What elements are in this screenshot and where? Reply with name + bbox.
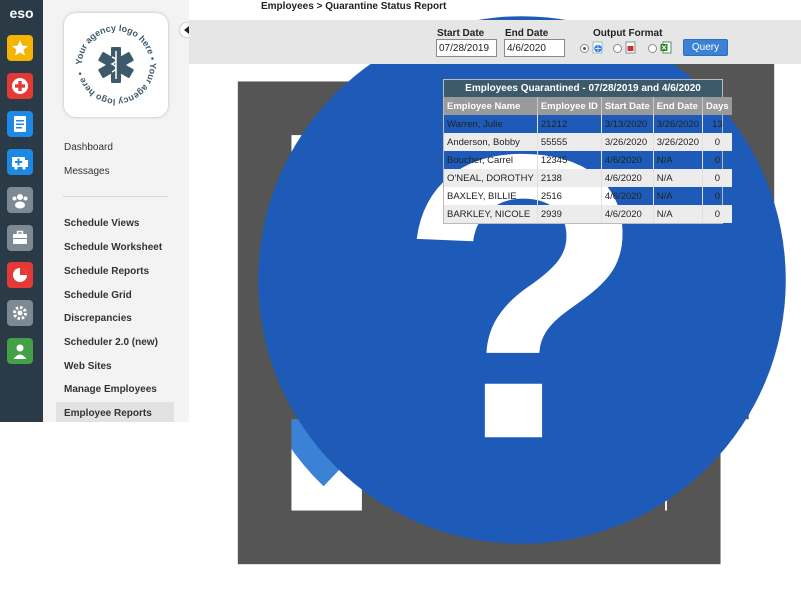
- cell-days: 13: [712, 118, 723, 130]
- nav-schedule-worksheet[interactable]: Schedule Worksheet: [64, 242, 162, 253]
- cell-end-date: N/A: [653, 187, 703, 205]
- nav-divider: [63, 196, 168, 197]
- nav-schedule-views[interactable]: Schedule Views: [64, 218, 139, 229]
- cell-end-date: 3/26/2020: [653, 115, 703, 133]
- col-start-date[interactable]: Start Date: [601, 97, 654, 115]
- nav-messages[interactable]: Messages: [64, 166, 110, 177]
- cell-start-date: 4/6/2020: [601, 151, 654, 169]
- agency-logo: Your agency logo here • Your agency logo…: [64, 13, 168, 117]
- table-row: BARKLEY, NICOLE 2939 4/6/2020 N/A 0: [444, 205, 732, 223]
- quarantine-table: Employee Name Employee ID Start Date End…: [444, 97, 732, 223]
- side-nav: Your agency logo here • Your agency logo…: [43, 0, 189, 422]
- app-rail: eso: [0, 0, 43, 422]
- cell-employee-id: 2516: [537, 187, 602, 205]
- format-pdf-radio[interactable]: [613, 44, 622, 53]
- cell-employee-id: 21212: [537, 115, 602, 133]
- report-table: Employees Quarantined - 07/28/2019 and 4…: [443, 79, 732, 224]
- nav-manage-employees[interactable]: Manage Employees: [64, 384, 157, 395]
- cell-employee-name: BARKLEY, NICOLE: [444, 205, 538, 223]
- cell-employee-id: 2939: [537, 205, 602, 223]
- cell-start-date: 4/6/2020: [601, 169, 654, 187]
- output-format-label: Output Format: [593, 28, 663, 39]
- cell-start-date: 4/6/2020: [601, 187, 654, 205]
- col-employee-name[interactable]: Employee Name: [444, 97, 538, 115]
- cell-days: 0: [702, 169, 732, 187]
- ambulance-icon[interactable]: [7, 149, 33, 175]
- cell-days: 0: [702, 133, 732, 151]
- cell-end-date: 3/26/2020: [653, 133, 703, 151]
- cell-start-date: 3/13/2020: [601, 115, 654, 133]
- cell-days: 0: [702, 205, 732, 223]
- nav-schedule-reports[interactable]: Schedule Reports: [64, 266, 149, 277]
- cell-employee-name: O'NEAL, DOROTHY: [444, 169, 538, 187]
- cell-employee-name: Warren, Julie: [444, 115, 538, 133]
- report-title: Employees Quarantined - 07/28/2019 and 4…: [444, 80, 722, 97]
- col-employee-id[interactable]: Employee ID: [537, 97, 602, 115]
- cell-employee-name: Boucher, Carrel: [444, 151, 538, 169]
- end-date-label: End Date: [505, 28, 549, 39]
- html-format-icon: [592, 41, 603, 54]
- table-row: O'NEAL, DOROTHY 2138 4/6/2020 N/A 0: [444, 169, 732, 187]
- settings-icon[interactable]: [7, 300, 33, 326]
- cell-start-date: 3/26/2020: [601, 133, 654, 151]
- favorites-icon[interactable]: [7, 35, 33, 61]
- cell-end-date: N/A: [653, 205, 703, 223]
- nav-schedule-grid[interactable]: Schedule Grid: [64, 290, 132, 301]
- start-date-label: Start Date: [437, 28, 485, 39]
- cell-employee-id: 12345: [537, 151, 602, 169]
- medical-icon[interactable]: [7, 73, 33, 99]
- cell-end-date: N/A: [653, 169, 703, 187]
- cell-days: 0: [714, 190, 720, 202]
- eso-logo[interactable]: eso: [0, 5, 43, 21]
- pie-chart-icon[interactable]: [7, 262, 33, 288]
- cell-days: 0: [714, 154, 720, 166]
- cell-employee-id: 55555: [537, 133, 602, 151]
- briefcase-icon[interactable]: [7, 225, 33, 251]
- nav-employee-reports[interactable]: Employee Reports: [64, 408, 152, 419]
- table-row: Anderson, Bobby 55555 3/26/2020 3/26/2020 0: [444, 133, 732, 151]
- nav-scheduler-2[interactable]: Scheduler 2.0 (new): [64, 337, 158, 348]
- cell-end-date: N/A: [653, 151, 703, 169]
- excel-format-icon: [660, 41, 672, 54]
- table-row: Boucher, Carrel 12345 4/6/2020 N/A 0: [444, 151, 732, 169]
- col-days[interactable]: Days: [702, 97, 732, 115]
- cell-employee-name: BAXLEY, BILLIE: [444, 187, 538, 205]
- breadcrumb: Employees > Quarantine Status Report: [261, 1, 447, 12]
- col-end-date[interactable]: End Date: [653, 97, 703, 115]
- pdf-format-icon: [625, 41, 636, 54]
- nav-discrepancies[interactable]: Discrepancies: [64, 313, 132, 324]
- cell-employee-name: Anderson, Bobby: [444, 133, 538, 151]
- format-excel-radio[interactable]: [648, 44, 657, 53]
- table-row: BAXLEY, BILLIE 2516 4/6/2020 N/A 0: [444, 187, 732, 205]
- nav-web-sites[interactable]: Web Sites: [64, 361, 112, 372]
- query-button[interactable]: Query: [683, 39, 728, 56]
- nav-dashboard[interactable]: Dashboard: [64, 142, 113, 153]
- user-icon[interactable]: [7, 338, 33, 364]
- cell-start-date: 4/6/2020: [601, 205, 654, 223]
- document-icon[interactable]: [7, 111, 33, 137]
- people-icon[interactable]: [7, 187, 33, 213]
- start-date-input[interactable]: [436, 39, 497, 57]
- cell-employee-id: 2138: [537, 169, 602, 187]
- format-html-radio[interactable]: [580, 44, 589, 53]
- table-row: Warren, Julie 21212 3/13/2020 3/26/2020 13: [444, 115, 732, 133]
- end-date-input[interactable]: [504, 39, 565, 57]
